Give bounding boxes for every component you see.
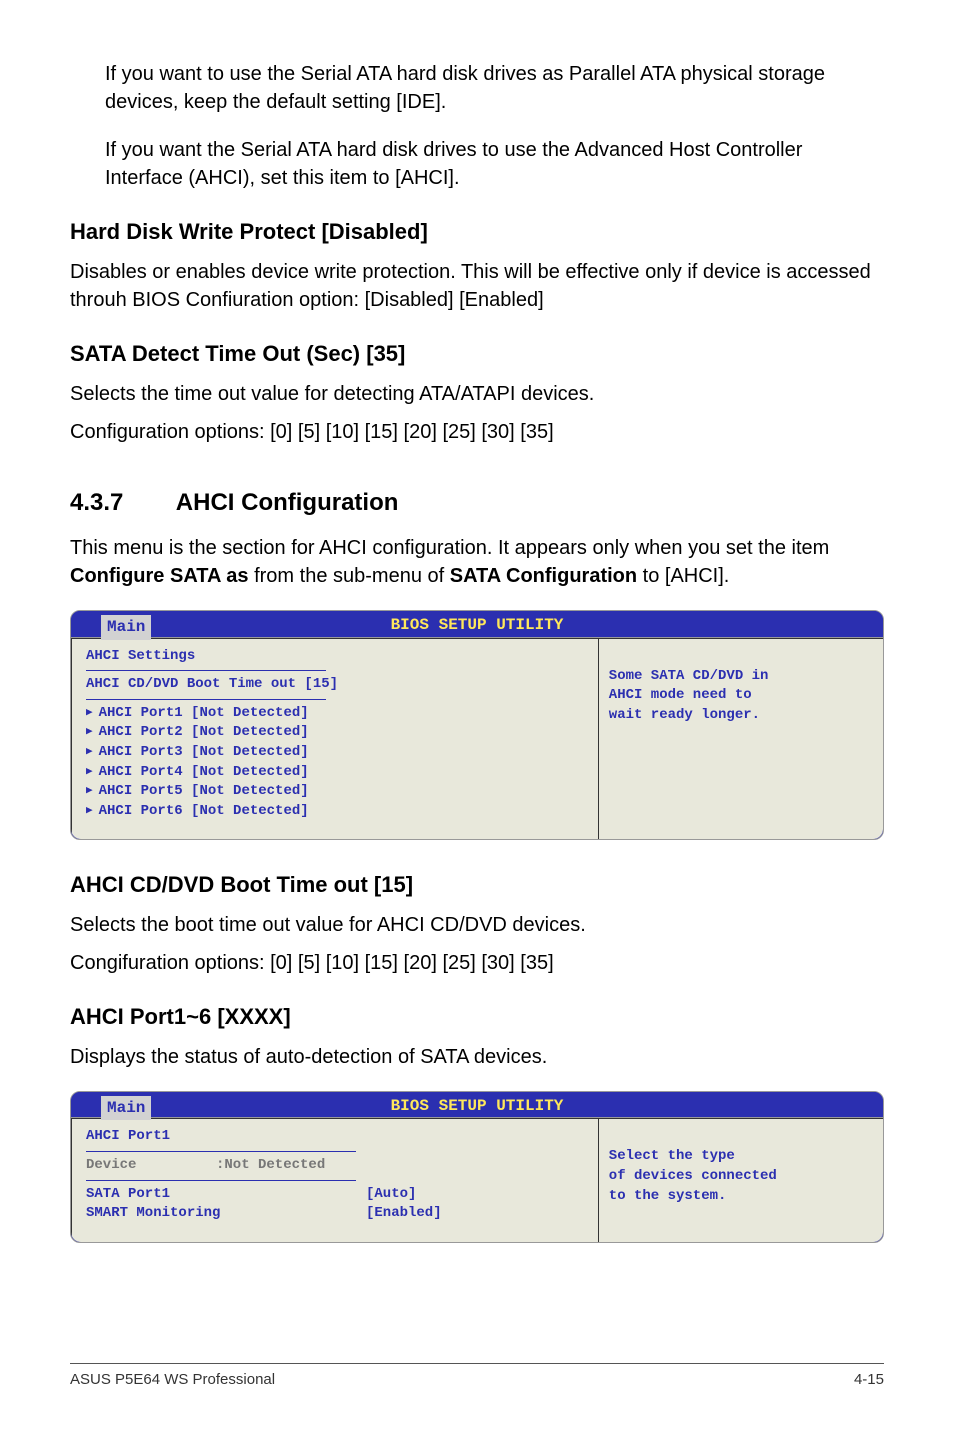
device-row: Device :Not Detected	[86, 1156, 584, 1176]
intro-paragraph-2: If you want the Serial ATA hard disk dri…	[105, 136, 884, 192]
sata-detect-timeout-heading: SATA Detect Time Out (Sec) [35]	[70, 339, 884, 370]
ahci-port1-title: AHCI Port1	[86, 1127, 584, 1147]
help-line-3: wait ready longer.	[609, 706, 869, 726]
triangle-icon: ▶	[86, 706, 93, 721]
sata-port1-row[interactable]: SATA Port1 [Auto]	[86, 1185, 584, 1205]
bios-header-title-2: BIOS SETUP UTILITY	[391, 1097, 564, 1115]
page-footer: ASUS P5E64 WS Professional 4-15	[70, 1363, 884, 1390]
smart-monitoring-row[interactable]: SMART Monitoring [Enabled]	[86, 1204, 584, 1224]
help2-line-3: to the system.	[609, 1187, 869, 1207]
help2-line-2: of devices connected	[609, 1167, 869, 1187]
bios-help-pane-2: Select the type of devices connected to …	[599, 1118, 883, 1241]
ahci-port-heading: AHCI Port1~6 [XXXX]	[70, 1002, 884, 1033]
ahci-port5-label: AHCI Port5 [Not Detected]	[99, 782, 309, 802]
ahci-boot-time-heading: AHCI CD/DVD Boot Time out [15]	[70, 870, 884, 901]
triangle-icon: ▶	[86, 784, 93, 799]
sata-port1-label: SATA Port1	[86, 1185, 366, 1205]
ahci-port3-row[interactable]: ▶ AHCI Port3 [Not Detected]	[86, 743, 584, 763]
ahci-port1-row[interactable]: ▶ AHCI Port1 [Not Detected]	[86, 704, 584, 724]
sata-detect-timeout-desc2: Configuration options: [0] [5] [10] [15]…	[70, 418, 884, 446]
device-label: Device	[86, 1156, 216, 1176]
ahci-port3-label: AHCI Port3 [Not Detected]	[99, 743, 309, 763]
ahci-boot-time-row[interactable]: AHCI CD/DVD Boot Time out [15]	[86, 675, 584, 695]
ahci-port1-label: AHCI Port1 [Not Detected]	[99, 704, 309, 724]
device-value: :Not Detected	[216, 1156, 325, 1176]
bios-header: Main BIOS SETUP UTILITY	[71, 611, 883, 636]
sata-detect-timeout-desc1: Selects the time out value for detecting…	[70, 380, 884, 408]
bios-header-2: Main BIOS SETUP UTILITY	[71, 1092, 883, 1117]
triangle-icon: ▶	[86, 765, 93, 780]
hard-disk-write-protect-desc: Disables or enables device write protect…	[70, 258, 884, 314]
bios-left-pane-2: AHCI Port1 Device :Not Detected SATA Por…	[71, 1118, 599, 1241]
ahci-boot-time-desc2: Congifuration options: [0] [5] [10] [15]…	[70, 949, 884, 977]
ahci-boot-time-desc1: Selects the boot time out value for AHCI…	[70, 911, 884, 939]
desc-part-a: This menu is the section for AHCI config…	[70, 537, 829, 559]
ahci-settings-title: AHCI Settings	[86, 647, 584, 667]
desc-part-c: from the sub-menu of	[249, 565, 450, 587]
ahci-configuration-desc: This menu is the section for AHCI config…	[70, 534, 884, 590]
section-number: 4.3.7	[70, 486, 170, 520]
bios-help-pane: Some SATA CD/DVD in AHCI mode need to wa…	[599, 638, 883, 840]
ahci-port5-row[interactable]: ▶ AHCI Port5 [Not Detected]	[86, 782, 584, 802]
ahci-port6-label: AHCI Port6 [Not Detected]	[99, 802, 309, 822]
bios-panel-ahci-port1: Main BIOS SETUP UTILITY AHCI Port1 Devic…	[70, 1091, 884, 1243]
ahci-port2-row[interactable]: ▶ AHCI Port2 [Not Detected]	[86, 723, 584, 743]
bios-left-pane: AHCI Settings AHCI CD/DVD Boot Time out …	[71, 638, 599, 840]
bios-tab-main[interactable]: Main	[101, 615, 151, 639]
section-title: AHCI Configuration	[176, 489, 399, 516]
footer-right: 4-15	[854, 1369, 884, 1390]
triangle-icon: ▶	[86, 804, 93, 819]
ahci-port2-label: AHCI Port2 [Not Detected]	[99, 723, 309, 743]
bios-header-title: BIOS SETUP UTILITY	[391, 616, 564, 634]
ahci-configuration-heading: 4.3.7 AHCI Configuration	[70, 486, 884, 520]
intro-paragraph-1: If you want to use the Serial ATA hard d…	[105, 60, 884, 116]
smart-monitoring-value: [Enabled]	[366, 1204, 442, 1224]
triangle-icon: ▶	[86, 745, 93, 760]
sata-port1-value: [Auto]	[366, 1185, 416, 1205]
ahci-port6-row[interactable]: ▶ AHCI Port6 [Not Detected]	[86, 802, 584, 822]
help-line-2: AHCI mode need to	[609, 686, 869, 706]
help-line-1: Some SATA CD/DVD in	[609, 667, 869, 687]
help2-line-1: Select the type	[609, 1147, 869, 1167]
desc-part-b: Configure SATA as	[70, 565, 249, 587]
hard-disk-write-protect-heading: Hard Disk Write Protect [Disabled]	[70, 217, 884, 248]
ahci-port4-label: AHCI Port4 [Not Detected]	[99, 763, 309, 783]
smart-monitoring-label: SMART Monitoring	[86, 1204, 366, 1224]
desc-part-d: SATA Configuration	[450, 565, 637, 587]
footer-left: ASUS P5E64 WS Professional	[70, 1369, 275, 1390]
ahci-port-desc: Displays the status of auto-detection of…	[70, 1043, 884, 1071]
bios-tab-main-2[interactable]: Main	[101, 1096, 151, 1120]
bios-panel-ahci-settings: Main BIOS SETUP UTILITY AHCI Settings AH…	[70, 610, 884, 840]
triangle-icon: ▶	[86, 725, 93, 740]
desc-part-e: to [AHCI].	[637, 565, 729, 587]
ahci-port4-row[interactable]: ▶ AHCI Port4 [Not Detected]	[86, 763, 584, 783]
